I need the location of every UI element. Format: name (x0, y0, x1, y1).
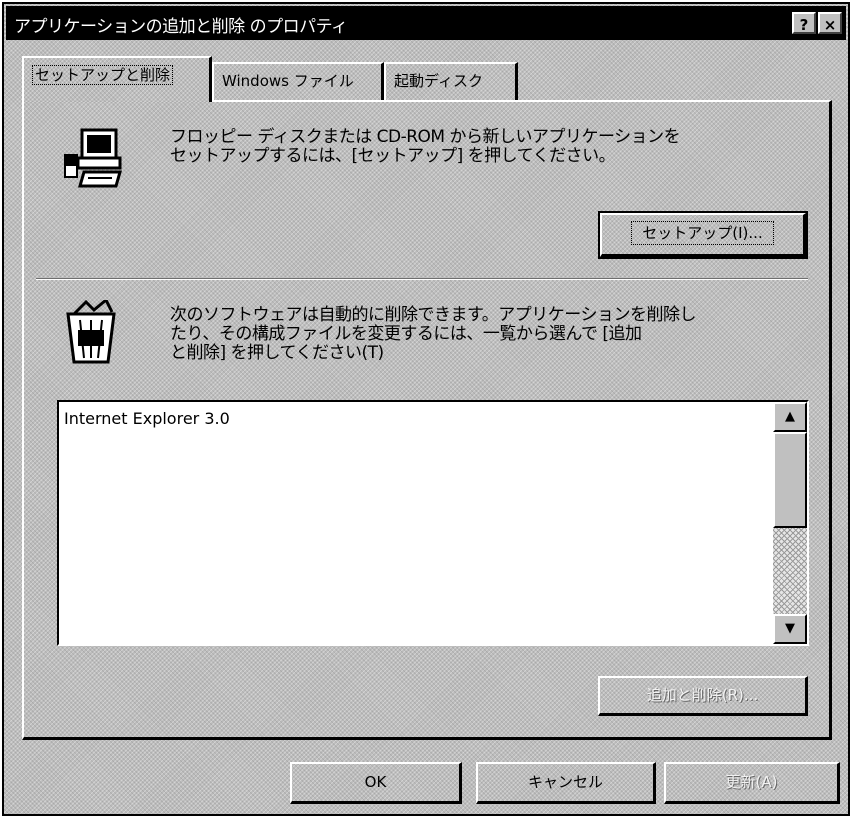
scroll-up-button[interactable]: ▲ (773, 402, 807, 432)
list-item[interactable]: Internet Explorer 3.0 (64, 409, 230, 428)
title-bar[interactable]: アプリケーションの追加と削除 のプロパティ ? × (6, 6, 846, 40)
setup-description-line2: セットアップするには、[セットアップ] を押してください。 (170, 146, 616, 166)
tab-windows-files-label: Windows ファイル (222, 72, 354, 90)
add-remove-button[interactable]: 追加と削除(R)... (598, 676, 808, 716)
scroll-down-button[interactable]: ▼ (773, 614, 807, 644)
section-divider (36, 278, 808, 280)
arrow-up-icon: ▲ (785, 409, 795, 424)
question-mark-icon: ? (799, 16, 809, 34)
tab-startup-disk-label: 起動ディスク (394, 72, 483, 90)
close-button[interactable]: × (818, 12, 842, 34)
remove-description-line3: と削除] を押してください(T) (170, 343, 384, 363)
tab-setup-remove-label: セットアップと削除 (32, 65, 174, 85)
tab-startup-disk[interactable]: 起動ディスク (384, 62, 518, 100)
setup-button[interactable]: セットアップ(I)... (598, 211, 808, 259)
tab-setup-remove[interactable]: セットアップと削除 (22, 56, 212, 102)
ok-button[interactable]: OK (290, 762, 462, 804)
cancel-button-label: キャンセル (527, 773, 603, 791)
setup-computer-icon (64, 128, 122, 188)
recycle-bin-icon (66, 300, 116, 364)
remove-description-line1: 次のソフトウェアは自動的に削除できます。アプリケーションを削除し (170, 305, 696, 325)
ok-button-label: OK (364, 773, 387, 791)
remove-description-line2: たり、その構成ファイルを変更するには、一覧から選んで [追加 (170, 324, 642, 344)
setup-description: フロッピー ディスクまたは CD-ROM から新しいアプリケーションを セットア… (170, 127, 681, 166)
list-scrollbar[interactable]: ▲ ▼ (773, 402, 807, 644)
setup-button-label: セットアップ(I)... (631, 221, 774, 245)
add-remove-button-label: 追加と削除(R)... (646, 686, 759, 704)
tab-windows-files[interactable]: Windows ファイル (212, 62, 384, 100)
scroll-thumb[interactable] (773, 432, 807, 528)
help-button[interactable]: ? (792, 12, 816, 34)
arrow-down-icon: ▼ (785, 621, 795, 636)
cancel-button[interactable]: キャンセル (476, 762, 656, 804)
setup-description-line1: フロッピー ディスクまたは CD-ROM から新しいアプリケーションを (170, 127, 681, 147)
window-title: アプリケーションの追加と削除 のプロパティ (14, 17, 348, 37)
close-icon: × (823, 16, 837, 34)
apply-button-label: 更新(A) (725, 773, 778, 791)
remove-description: 次のソフトウェアは自動的に削除できます。アプリケーションを削除し たり、その構成… (170, 306, 696, 363)
apply-button[interactable]: 更新(A) (664, 762, 840, 804)
installed-software-list[interactable]: Internet Explorer 3.0 ▲ ▼ (57, 400, 809, 646)
